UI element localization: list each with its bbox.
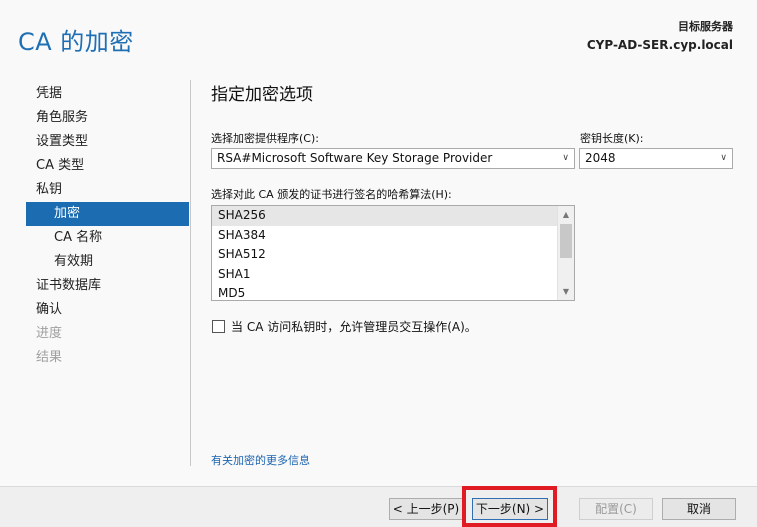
nav-item-setup-type[interactable]: 设置类型 bbox=[26, 130, 189, 154]
nav-item-progress: 进度 bbox=[36, 326, 63, 341]
target-server-name: CYP-AD-SER.cyp.local bbox=[586, 38, 733, 52]
nav-divider bbox=[190, 80, 191, 466]
key-length-dropdown[interactable]: 2048 ∨ bbox=[579, 148, 733, 169]
key-length-value: 2048 bbox=[585, 151, 616, 165]
previous-button[interactable]: < 上一步(P) bbox=[389, 498, 463, 520]
nav-item-role-services[interactable]: 角色服务 bbox=[26, 106, 189, 130]
list-item[interactable]: MD5 bbox=[212, 284, 574, 300]
hash-algorithm-label: 选择对此 CA 颁发的证书进行签名的哈希算法(H): bbox=[211, 188, 452, 201]
nav-item-confirmation[interactable]: 确认 bbox=[26, 298, 189, 322]
allow-interaction-checkbox[interactable] bbox=[212, 320, 225, 333]
allow-interaction-label[interactable]: 当 CA 访问私钥时，允许管理员交互操作(A)。 bbox=[231, 318, 477, 335]
nav-item-credentials[interactable]: 凭据 bbox=[26, 82, 189, 106]
nav-item-cryptography[interactable]: 加密 bbox=[26, 202, 189, 226]
list-scrollbar[interactable]: ▲ ▼ bbox=[557, 206, 574, 300]
scroll-down-arrow-icon[interactable]: ▼ bbox=[558, 283, 574, 300]
provider-label: 选择加密提供程序(C): bbox=[211, 132, 319, 145]
list-item[interactable]: SHA512 bbox=[212, 245, 574, 265]
nav-item-results: 结果 bbox=[36, 350, 63, 365]
target-server-label: 目标服务器 bbox=[678, 20, 733, 33]
next-button-highlight-box bbox=[462, 486, 557, 527]
provider-value: RSA#Microsoft Software Key Storage Provi… bbox=[217, 151, 493, 165]
configure-button: 配置(C) bbox=[579, 498, 653, 520]
chevron-down-icon: ∨ bbox=[720, 153, 727, 163]
list-item[interactable]: SHA256 bbox=[212, 206, 574, 226]
nav-item-private-key[interactable]: 私钥 bbox=[26, 178, 189, 202]
cancel-button[interactable]: 取消 bbox=[662, 498, 736, 520]
section-title: 指定加密选项 bbox=[211, 85, 313, 105]
list-item[interactable]: SHA1 bbox=[212, 265, 574, 285]
key-length-label: 密钥长度(K): bbox=[580, 132, 644, 145]
list-item[interactable]: SHA384 bbox=[212, 226, 574, 246]
more-info-link[interactable]: 有关加密的更多信息 bbox=[211, 452, 310, 468]
nav-item-validity-period[interactable]: 有效期 bbox=[26, 250, 189, 274]
nav-item-ca-type[interactable]: CA 类型 bbox=[26, 154, 189, 178]
hash-algorithm-list[interactable]: SHA256 SHA384 SHA512 SHA1 MD5 ▲ ▼ bbox=[211, 205, 575, 301]
nav-item-certificate-database[interactable]: 证书数据库 bbox=[26, 274, 189, 298]
page-title: CA 的加密 bbox=[18, 28, 134, 56]
nav-item-ca-name[interactable]: CA 名称 bbox=[26, 226, 189, 250]
wizard-footer: < 上一步(P) 下一步(N) > 配置(C) 取消 bbox=[0, 486, 757, 527]
chevron-down-icon: ∨ bbox=[562, 153, 569, 163]
provider-dropdown[interactable]: RSA#Microsoft Software Key Storage Provi… bbox=[211, 148, 575, 169]
scroll-thumb[interactable] bbox=[560, 224, 572, 258]
wizard-nav: 凭据 角色服务 设置类型 CA 类型 私钥 加密 CA 名称 有效期 证书数据库… bbox=[26, 82, 189, 370]
scroll-up-arrow-icon[interactable]: ▲ bbox=[558, 206, 574, 223]
